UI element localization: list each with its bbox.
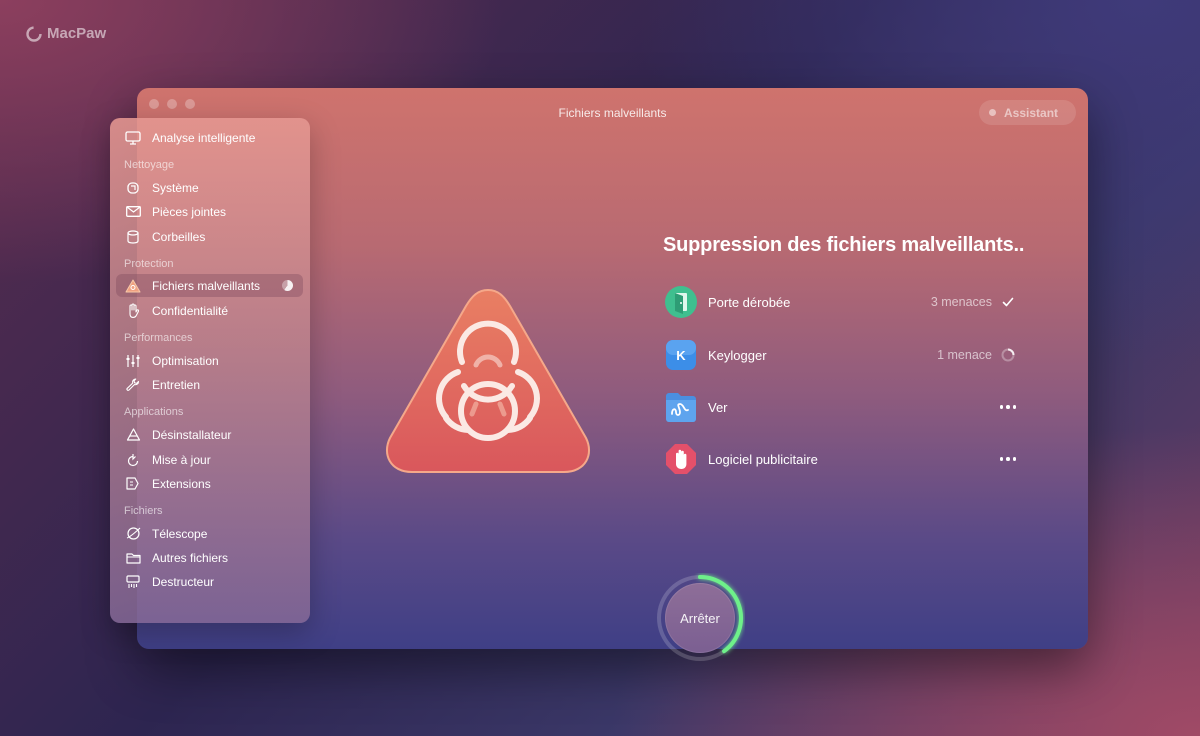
sidebar-item-attachments[interactable]: Pièces jointes <box>116 200 303 223</box>
sidebar-item-space-lens[interactable]: Télescope <box>116 522 303 545</box>
monitor-icon <box>124 129 142 147</box>
sidebar-item-label: Destructeur <box>152 574 215 589</box>
sidebar-item-label: Entretien <box>152 377 201 392</box>
sidebar-item-label: Mise à jour <box>152 452 211 467</box>
hand-icon <box>124 302 142 320</box>
mail-icon <box>124 203 142 221</box>
sidebar-item-trash-bins[interactable]: Corbeilles <box>116 225 303 248</box>
macpaw-logo: MacPaw <box>26 25 106 42</box>
more-dots-icon <box>999 451 1017 467</box>
assistant-button[interactable]: Assistant <box>979 100 1076 125</box>
sidebar-item-extensions[interactable]: Extensions <box>116 472 303 495</box>
keylogger-icon: K <box>664 338 698 372</box>
biohazard-emblem-icon <box>380 280 596 485</box>
sidebar-item-smart-scan[interactable]: Analyse intelligente <box>116 126 303 149</box>
planet-icon <box>124 525 142 543</box>
sidebar-item-label: Système <box>152 180 199 195</box>
section-header-cleaning: Nettoyage <box>124 159 175 171</box>
section-header-performance: Performances <box>124 332 193 344</box>
sidebar-item-label: Autres fichiers <box>152 550 229 565</box>
sidebar-item-label: Analyse intelligente <box>152 130 256 145</box>
threat-row-keylogger: K Keylogger 1 menace <box>664 337 1024 373</box>
assistant-label: Assistant <box>1004 105 1059 120</box>
sliders-icon <box>124 352 142 370</box>
threat-row-worm: Ver <box>664 389 1024 425</box>
sidebar-item-large-old-files[interactable]: Autres fichiers <box>116 546 303 569</box>
threat-count: 1 menace <box>937 348 992 362</box>
sidebar-item-label: Optimisation <box>152 353 219 368</box>
threat-name: Ver <box>708 399 728 415</box>
threat-name: Logiciel publicitaire <box>708 451 818 467</box>
wrench-icon <box>124 376 142 394</box>
keylogger-letter: K <box>676 348 686 363</box>
sidebar-item-label: Fichiers malveillants <box>152 278 261 293</box>
extensions-icon <box>124 475 142 493</box>
sidebar-item-label: Pièces jointes <box>152 204 227 219</box>
worm-icon <box>664 390 698 424</box>
uninstaller-icon <box>124 426 142 444</box>
sidebar-item-updater[interactable]: Mise à jour <box>116 448 303 471</box>
scan-progress-indicator <box>282 280 293 291</box>
sidebar-item-label: Télescope <box>152 526 208 541</box>
trash-bins-icon <box>124 228 142 246</box>
threat-row-adware: Logiciel publicitaire <box>664 441 1024 477</box>
folder-icon <box>124 549 142 567</box>
brand-name: MacPaw <box>47 25 107 42</box>
sidebar-item-label: Confidentialité <box>152 303 229 318</box>
spinner-icon <box>1000 347 1016 363</box>
sidebar-item-optimization[interactable]: Optimisation <box>116 349 303 372</box>
sidebar-item-label: Extensions <box>152 476 211 491</box>
assistant-dot-icon <box>989 109 996 116</box>
adware-icon <box>664 442 698 476</box>
sidebar: Analyse intelligente Nettoyage Système P… <box>110 118 310 623</box>
sidebar-item-label: Corbeilles <box>152 229 206 244</box>
biohazard-icon <box>124 277 142 295</box>
system-icon <box>124 179 142 197</box>
shredder-icon <box>124 573 142 591</box>
threat-name: Keylogger <box>708 347 767 363</box>
page-title: Suppression des fichiers malveillants.. <box>663 234 1025 256</box>
threat-name: Porte dérobée <box>708 294 791 310</box>
sidebar-item-system[interactable]: Système <box>116 176 303 199</box>
section-header-protection: Protection <box>124 258 174 270</box>
section-header-files: Fichiers <box>124 505 163 517</box>
stop-button[interactable]: Arrêter <box>665 583 735 653</box>
sidebar-item-label: Désinstallateur <box>152 427 232 442</box>
section-header-applications: Applications <box>124 406 184 418</box>
sidebar-item-maintenance[interactable]: Entretien <box>116 373 303 396</box>
stop-button-wrapper: Arrêter <box>655 573 745 663</box>
updater-icon <box>124 451 142 469</box>
sidebar-item-uninstaller[interactable]: Désinstallateur <box>116 423 303 446</box>
threat-row-backdoor: Porte dérobée 3 menaces <box>664 284 1024 320</box>
sidebar-item-privacy[interactable]: Confidentialité <box>116 299 303 322</box>
sidebar-item-shredder[interactable]: Destructeur <box>116 570 303 593</box>
checkmark-icon <box>1000 294 1016 310</box>
threat-count: 3 menaces <box>930 295 992 309</box>
sidebar-item-malware-removal[interactable]: Fichiers malveillants <box>116 274 303 297</box>
backdoor-icon <box>664 285 698 319</box>
more-dots-icon <box>999 399 1017 415</box>
macpaw-mark-icon <box>26 25 42 42</box>
